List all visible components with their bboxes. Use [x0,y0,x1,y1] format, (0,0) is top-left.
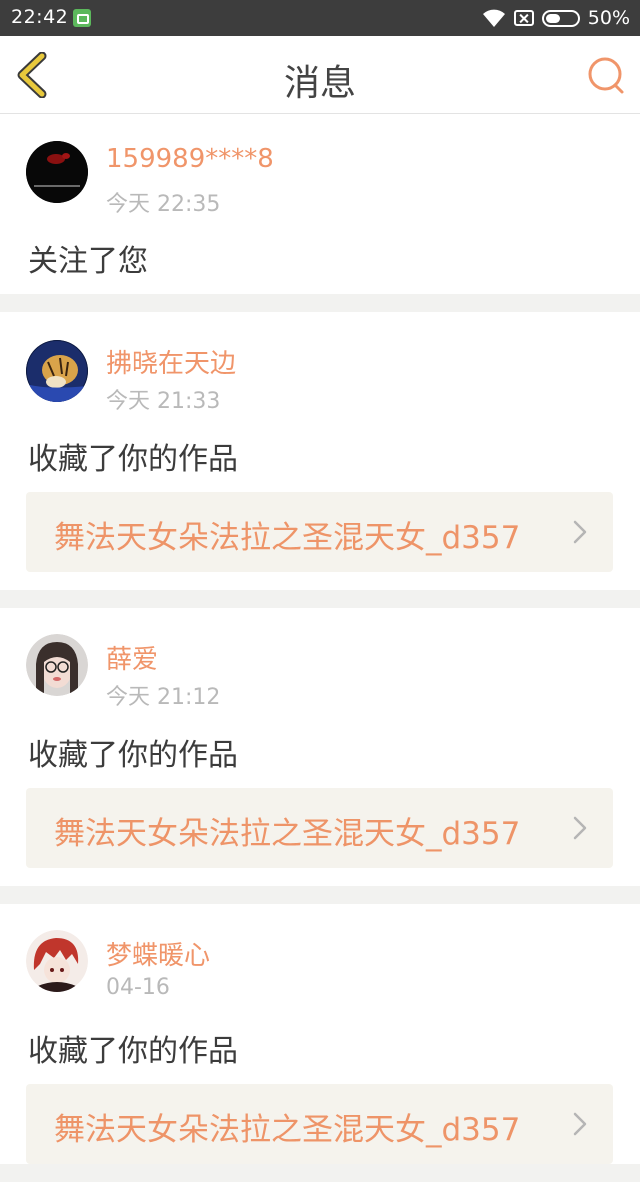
message-time: 今天 22:35 [106,192,221,217]
username[interactable]: 159989****8 [106,144,274,174]
message-card[interactable]: 159989****8 今天 22:35 关注了您 [0,114,640,294]
status-time: 22:42 [11,6,69,28]
message-list: 159989****8 今天 22:35 关注了您 拂晓在天边 今天 21:33… [0,114,640,1182]
username[interactable]: 薛爱 [106,639,158,676]
status-icons: 50% [482,6,630,30]
chevron-right-icon [573,1112,587,1136]
battery-percent: 50% [587,7,630,29]
avatar[interactable] [26,634,88,696]
wifi-icon [482,8,506,28]
chevron-right-icon [573,520,587,544]
search-icon [588,57,624,94]
work-title: 舞法天女朵法拉之圣混天女_d357 [54,520,521,556]
message-time: 今天 21:12 [106,685,221,710]
status-bar: 22:42 50% [0,0,640,36]
app-notification-icon [73,9,91,27]
work-link[interactable]: 舞法天女朵法拉之圣混天女_d357 [26,1084,613,1164]
action-text: 收藏了你的作品 [28,442,238,477]
avatar[interactable] [26,930,88,992]
message-card[interactable]: 拂晓在天边 今天 21:33 收藏了你的作品 舞法天女朵法拉之圣混天女_d357 [0,312,640,590]
action-text: 收藏了你的作品 [28,738,238,773]
avatar[interactable] [26,340,88,402]
message-time: 04-16 [106,975,170,1000]
work-link[interactable]: 舞法天女朵法拉之圣混天女_d357 [26,788,613,868]
battery-icon [541,9,580,27]
app-header: 消息 [0,36,640,114]
no-sim-icon [513,10,534,26]
work-title: 舞法天女朵法拉之圣混天女_d357 [54,816,521,852]
chevron-right-icon [573,816,587,840]
action-text: 收藏了你的作品 [28,1034,238,1069]
message-card[interactable]: 梦蝶暖心 04-16 收藏了你的作品 舞法天女朵法拉之圣混天女_d357 [0,904,640,1164]
work-title: 舞法天女朵法拉之圣混天女_d357 [54,1112,521,1148]
search-button[interactable] [584,54,626,96]
message-card[interactable]: 薛爱 今天 21:12 收藏了你的作品 舞法天女朵法拉之圣混天女_d357 [0,608,640,886]
page-title: 消息 [283,63,356,104]
username[interactable]: 梦蝶暖心 [106,935,210,972]
message-time: 今天 21:33 [106,389,221,414]
avatar[interactable] [26,141,88,203]
username[interactable]: 拂晓在天边 [106,343,236,380]
work-link[interactable]: 舞法天女朵法拉之圣混天女_d357 [26,492,613,572]
action-text: 关注了您 [28,244,148,279]
